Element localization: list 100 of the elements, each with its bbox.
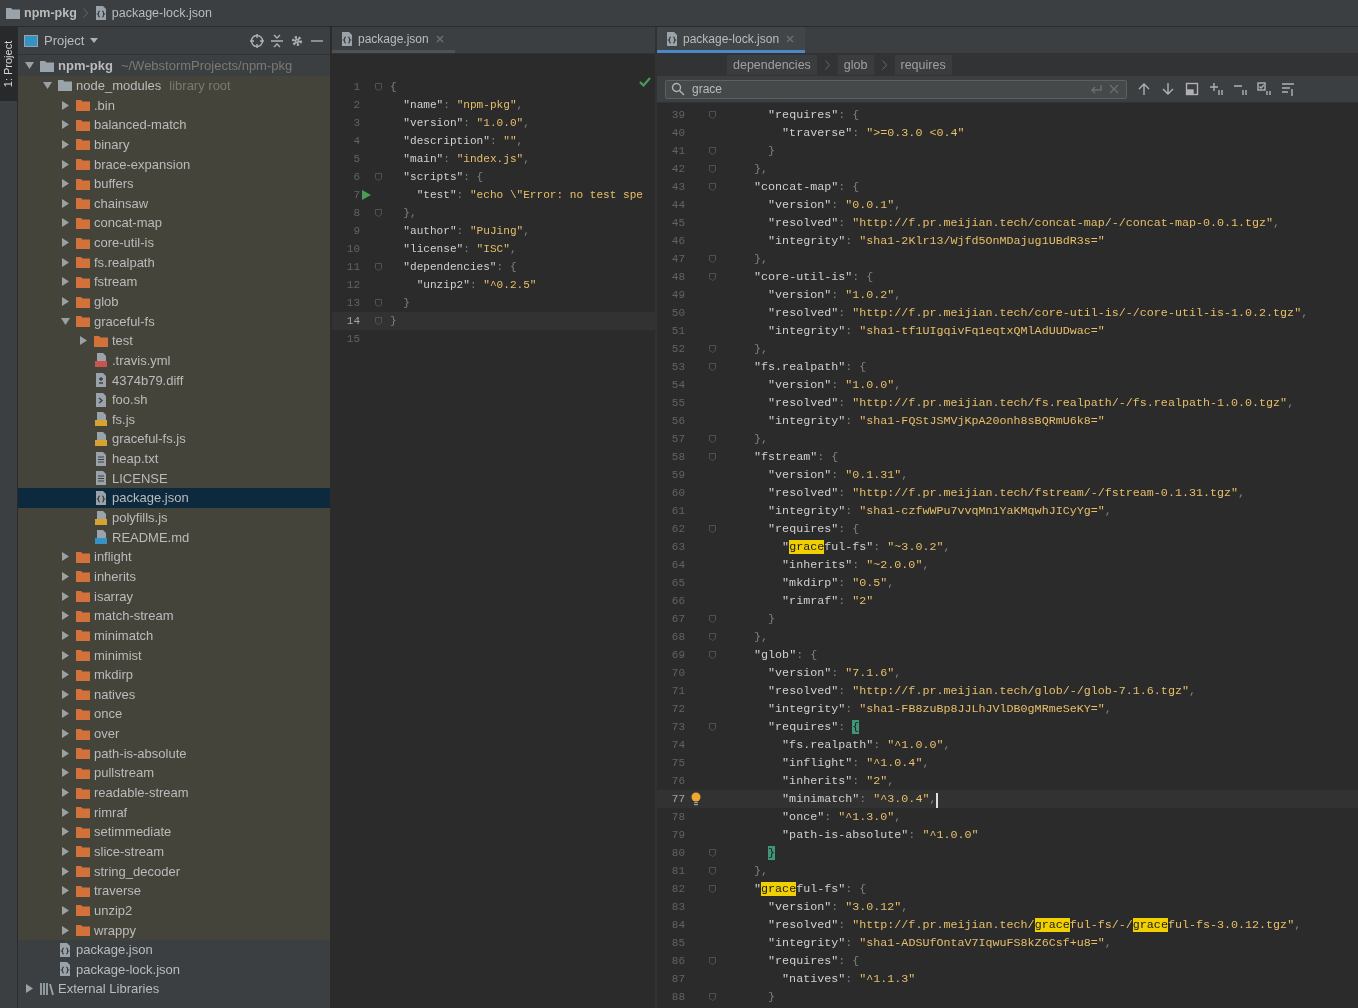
locate-icon[interactable] (250, 33, 264, 48)
expanded-arrow-icon[interactable] (60, 316, 70, 326)
tree-item[interactable]: External Libraries (18, 979, 330, 999)
collapse-all-icon[interactable] (270, 33, 284, 48)
tree-item[interactable]: string_decoder (18, 861, 330, 881)
tree-item[interactable]: fstream (18, 272, 330, 292)
tree-item[interactable]: graceful-fs.js (18, 429, 330, 449)
tree-item[interactable]: natives (18, 684, 330, 705)
tree-item[interactable]: match-stream (18, 605, 330, 626)
collapsed-arrow-icon[interactable] (24, 984, 34, 994)
tree-item[interactable]: traverse (18, 880, 330, 901)
fold-marker-icon[interactable] (708, 147, 716, 155)
fold-marker-icon[interactable] (708, 183, 716, 191)
tree-item[interactable]: core-util-is (18, 232, 330, 253)
fold-marker-icon[interactable] (374, 83, 382, 91)
tree-item[interactable]: buffers (18, 173, 330, 194)
tree-item[interactable]: glob (18, 291, 330, 312)
fold-marker-icon[interactable] (374, 299, 382, 307)
tool-window-tab[interactable]: 1: Project (0, 27, 17, 101)
tree-item[interactable]: unzip2 (18, 900, 330, 921)
fold-marker-icon[interactable] (708, 525, 716, 533)
collapsed-arrow-icon[interactable] (78, 336, 88, 346)
view-selector[interactable]: Project (24, 33, 99, 48)
fold-marker-icon[interactable] (708, 111, 716, 119)
tree-item[interactable]: foo.sh (18, 389, 330, 410)
tree-item[interactable]: balanced-match (18, 114, 330, 135)
search-icon[interactable] (671, 82, 685, 96)
fold-marker-icon[interactable] (708, 993, 716, 1001)
fold-marker-icon[interactable] (708, 165, 716, 173)
tree-item[interactable]: .travis.yml (18, 350, 330, 371)
tree-item[interactable]: mkdirp (18, 664, 330, 685)
fold-marker-icon[interactable] (708, 651, 716, 659)
fold-marker-icon[interactable] (374, 173, 382, 181)
tree-item[interactable]: fs.js (18, 409, 330, 430)
select-all-icon[interactable] (1257, 82, 1271, 96)
fold-marker-icon[interactable] (708, 273, 716, 281)
run-icon[interactable] (361, 190, 371, 200)
editor-tab[interactable]: package-lock.json (657, 27, 806, 53)
fold-marker-icon[interactable] (708, 615, 716, 623)
tree-item[interactable]: LICENSE (18, 468, 330, 489)
breadcrumb[interactable]: dependencies (727, 55, 817, 75)
check-icon[interactable] (639, 77, 651, 87)
filter-lines-icon[interactable] (1281, 82, 1295, 96)
settings-icon[interactable] (290, 33, 304, 48)
remove-occurrence-icon[interactable] (1233, 82, 1247, 96)
fold-marker-icon[interactable] (708, 255, 716, 263)
tree-item[interactable]: slice-stream (18, 841, 330, 862)
fold-marker-icon[interactable] (374, 209, 382, 217)
fold-marker-icon[interactable] (708, 633, 716, 641)
breadcrumb[interactable]: requires (894, 55, 952, 75)
tree-item[interactable]: inflight (18, 547, 330, 567)
fold-marker-icon[interactable] (708, 453, 716, 461)
breadcrumb[interactable]: npm-pkg (6, 6, 77, 20)
tree-item[interactable]: path-is-absolute (18, 743, 330, 764)
tree-item[interactable]: brace-expansion (18, 154, 330, 174)
fold-marker-icon[interactable] (708, 885, 716, 893)
tree-item[interactable]: heap.txt (18, 448, 330, 469)
fold-marker-icon[interactable] (374, 317, 382, 325)
tree-item[interactable]: inherits (18, 566, 330, 587)
tree-item[interactable]: setimmediate (18, 822, 330, 842)
tree-item[interactable]: pullstream (18, 763, 330, 783)
fold-marker-icon[interactable] (708, 849, 716, 857)
tree-item[interactable]: fs.realpath (18, 252, 330, 273)
tree-item[interactable]: 4374b79.diff (18, 370, 330, 390)
search-field[interactable]: grace (665, 79, 1127, 99)
tree-item[interactable]: binary (18, 134, 330, 155)
tree-item[interactable]: wrappy (18, 920, 330, 940)
tree-item[interactable]: polyfills.js (18, 507, 330, 528)
fold-marker-icon[interactable] (708, 723, 716, 731)
tree-item[interactable]: .bin (18, 95, 330, 115)
tree-item[interactable]: graceful-fs (18, 311, 330, 331)
tree-item[interactable]: chainsaw (18, 193, 330, 214)
breadcrumb[interactable]: package-lock.json (93, 6, 212, 20)
fold-marker-icon[interactable] (708, 435, 716, 443)
tree-item[interactable]: minimatch (18, 625, 330, 646)
tree-item[interactable]: minimist (18, 645, 330, 665)
tree-item[interactable]: once (18, 704, 330, 724)
tree-item[interactable]: isarray (18, 586, 330, 606)
tree-item[interactable]: package-lock.json (18, 959, 330, 980)
tree-item[interactable]: npm-pkg ~/WebstormProjects/npm-pkg (18, 56, 330, 76)
tree-item[interactable]: package.json (18, 488, 330, 508)
fold-marker-icon[interactable] (374, 263, 382, 271)
tree-item[interactable]: over (18, 723, 330, 744)
fold-marker-icon[interactable] (708, 345, 716, 353)
tree-item[interactable]: README.md (18, 527, 330, 547)
tree-item[interactable]: package.json (18, 939, 330, 960)
down-arrow-icon[interactable] (1161, 82, 1175, 96)
breadcrumb[interactable]: glob (837, 55, 874, 75)
json-file-icon (94, 490, 108, 505)
up-arrow-icon[interactable] (1137, 82, 1151, 96)
fold-marker-icon[interactable] (708, 363, 716, 371)
lightbulb-icon[interactable] (690, 792, 701, 806)
fold-marker-icon[interactable] (708, 957, 716, 965)
fold-marker-icon[interactable] (708, 867, 716, 875)
window-icon[interactable] (1185, 82, 1199, 96)
tree-item[interactable]: test (18, 330, 330, 351)
tree-item[interactable]: concat-map (18, 213, 330, 233)
tree-item[interactable]: readable-stream (18, 782, 330, 803)
tree-item[interactable]: rimraf (18, 802, 330, 822)
add-occurrence-icon[interactable] (1209, 82, 1223, 96)
